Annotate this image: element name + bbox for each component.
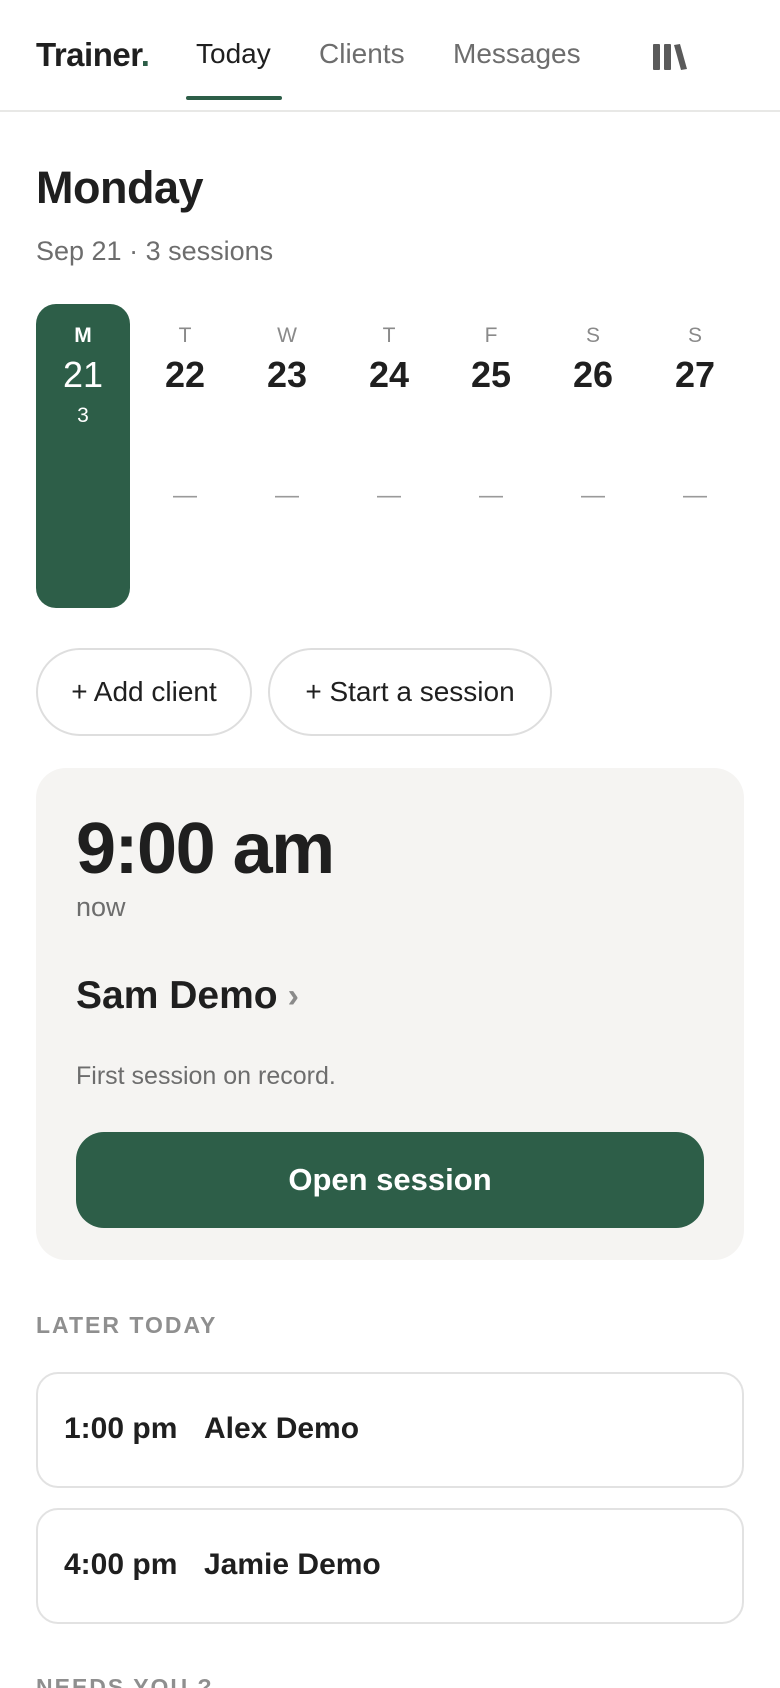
needs-you-heading: NEEDS YOU ? [36,1674,214,1688]
day-of-week-label: F [484,324,498,347]
open-session-button[interactable]: Open session [76,1132,704,1228]
later-session-row[interactable]: 4:00 pm Jamie Demo [36,1508,744,1624]
week-day-sat-26[interactable]: S 26 — [546,304,640,608]
week-strip: M 21 3 T 22 — W 23 — T 24 — F 25 — S 26 … [36,304,744,608]
client-name: Sam Demo [76,974,278,1017]
day-of-week-label: T [178,324,192,347]
tab-messages[interactable]: Messages [453,38,581,70]
no-sessions-dash: — [173,482,197,509]
tab-clients[interactable]: Clients [319,38,405,70]
row-client-name: Alex Demo [204,1412,360,1445]
row-time: 4:00 pm [64,1548,178,1581]
week-day-fri-25[interactable]: F 25 — [444,304,538,608]
day-number: 27 [674,354,716,395]
row-time: 1:00 pm [64,1412,178,1445]
week-day-wed-23[interactable]: W 23 — [240,304,334,608]
day-number: 21 [62,354,104,395]
session-status: now [76,892,126,922]
week-day-sun-27[interactable]: S 27 — [648,304,742,608]
current-session-card: 9:00 am now Sam Demo › First session on … [36,768,744,1260]
session-count: 3 [77,404,89,427]
start-session-button[interactable]: + Start a session [268,648,552,736]
no-sessions-dash: — [581,482,605,509]
day-of-week-label: M [74,324,92,347]
add-client-button[interactable]: + Add client [36,648,252,736]
week-day-tue-22[interactable]: T 22 — [138,304,232,608]
day-number: 22 [164,354,206,395]
no-sessions-dash: — [275,482,299,509]
day-number: 24 [368,354,410,395]
day-of-week-label: T [382,324,396,347]
day-of-week-label: S [687,324,702,347]
session-note: First session on record. [76,1062,336,1090]
no-sessions-dash: — [377,482,401,509]
page-title: Monday [36,162,204,213]
top-navigation-bar: Trainer. Today Clients Messages [0,0,780,112]
day-subtitle: Sep 21 · 3 sessions [36,236,274,266]
no-sessions-dash: — [683,482,707,509]
day-number: 23 [266,354,308,395]
week-day-mon-21[interactable]: M 21 3 [36,304,130,608]
library-icon[interactable] [652,40,688,72]
week-day-thu-24[interactable]: T 24 — [342,304,436,608]
active-tab-indicator [186,96,282,100]
row-client-name: Jamie Demo [204,1548,381,1581]
later-session-row[interactable]: 1:00 pm Alex Demo [36,1372,744,1488]
day-of-week-label: S [585,324,600,347]
later-today-heading: LATER TODAY [36,1312,218,1338]
day-number: 25 [470,354,512,395]
chevron-right-icon: › [287,976,299,1015]
day-number: 26 [572,354,614,395]
day-of-week-label: W [277,324,297,347]
no-sessions-dash: — [479,482,503,509]
session-client-link[interactable]: Sam Demo › [76,974,299,1018]
tab-today[interactable]: Today [196,38,271,70]
session-time: 9:00 am [76,809,335,889]
brand-logo[interactable]: Trainer. [36,36,150,74]
